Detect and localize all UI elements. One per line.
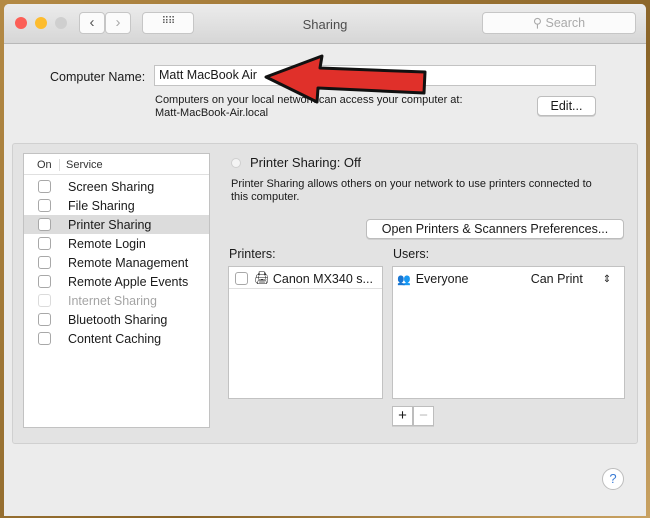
red-arrow-annotation [264,54,427,104]
